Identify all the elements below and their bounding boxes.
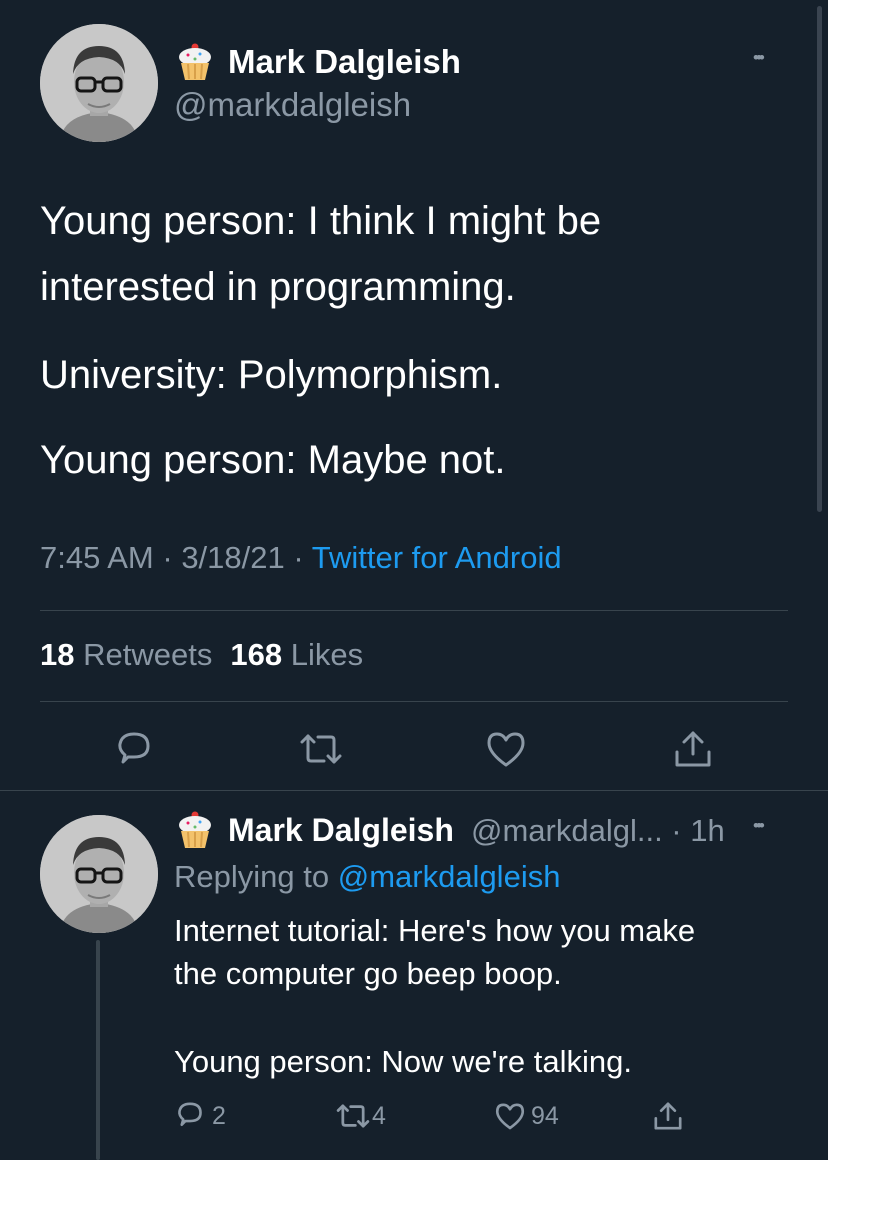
tweet-panel: Mark Dalgleish @markdalgleish ••• Young … xyxy=(0,0,828,1160)
reply-text-line: Young person: Now we're talking. xyxy=(174,1044,632,1079)
avatar[interactable] xyxy=(40,24,158,142)
divider xyxy=(0,790,828,791)
engagement-stats: 18 Retweets 168 Likes xyxy=(40,637,363,673)
reply-count: 2 xyxy=(212,1102,226,1130)
retweets-count: 18 xyxy=(40,637,75,672)
replying-to: Replying to @markdalgleish xyxy=(174,859,560,895)
like-icon[interactable] xyxy=(494,1101,526,1136)
thread-line xyxy=(96,940,100,1160)
replying-handle-link[interactable]: @markdalgleish xyxy=(338,859,561,894)
reply-author-name[interactable]: Mark Dalgleish xyxy=(228,812,454,849)
retweets-label: Retweets xyxy=(83,637,213,672)
more-icon[interactable]: ••• xyxy=(753,48,765,68)
retweet-count: 4 xyxy=(372,1102,386,1130)
tweet-source-link[interactable]: Twitter for Android xyxy=(312,540,562,575)
more-icon[interactable]: ••• xyxy=(753,816,765,836)
divider xyxy=(40,701,788,702)
separator: · xyxy=(284,540,312,575)
reply-text-line: Internet tutorial: Here's how you make xyxy=(174,913,696,948)
separator: · xyxy=(153,540,182,575)
retweet-icon[interactable] xyxy=(335,1101,371,1136)
tweet-meta: 7:45 AM · 3/18/21 · Twitter for Android xyxy=(40,540,562,576)
cupcake-icon xyxy=(176,810,214,855)
likes-label: Likes xyxy=(290,637,364,672)
tweet-text-line: University: Polymorphism. xyxy=(40,353,503,397)
cupcake-icon xyxy=(176,42,214,87)
tweet-time: 7:45 AM xyxy=(40,540,154,575)
reply-icon[interactable] xyxy=(175,1100,205,1135)
like-icon[interactable] xyxy=(485,729,527,774)
reply-text-line: the computer go beep boop. xyxy=(174,956,562,991)
likes-stat[interactable]: 168 Likes xyxy=(230,637,363,672)
tweet-text-line: Young person: Maybe not. xyxy=(40,438,506,482)
tweet-date: 3/18/21 xyxy=(181,540,285,575)
reply-handle-time[interactable]: @markdalgl... · 1h xyxy=(471,813,725,849)
divider xyxy=(40,610,788,611)
avatar[interactable] xyxy=(40,815,158,933)
tweet-text-line: interested in programming. xyxy=(40,265,516,309)
share-icon[interactable] xyxy=(652,1100,684,1137)
tweet-text-line: Young person: I think I might be xyxy=(40,199,602,243)
replying-prefix: Replying to xyxy=(174,859,338,894)
retweet-icon[interactable] xyxy=(298,730,344,773)
likes-count: 168 xyxy=(230,637,283,672)
scrollbar[interactable] xyxy=(817,6,822,512)
share-icon[interactable] xyxy=(672,728,714,775)
like-count: 94 xyxy=(531,1102,559,1130)
author-name[interactable]: Mark Dalgleish xyxy=(228,43,461,81)
retweets-stat[interactable]: 18 Retweets xyxy=(40,637,212,672)
reply-icon[interactable] xyxy=(114,729,154,774)
author-handle[interactable]: @markdalgleish xyxy=(174,86,411,124)
